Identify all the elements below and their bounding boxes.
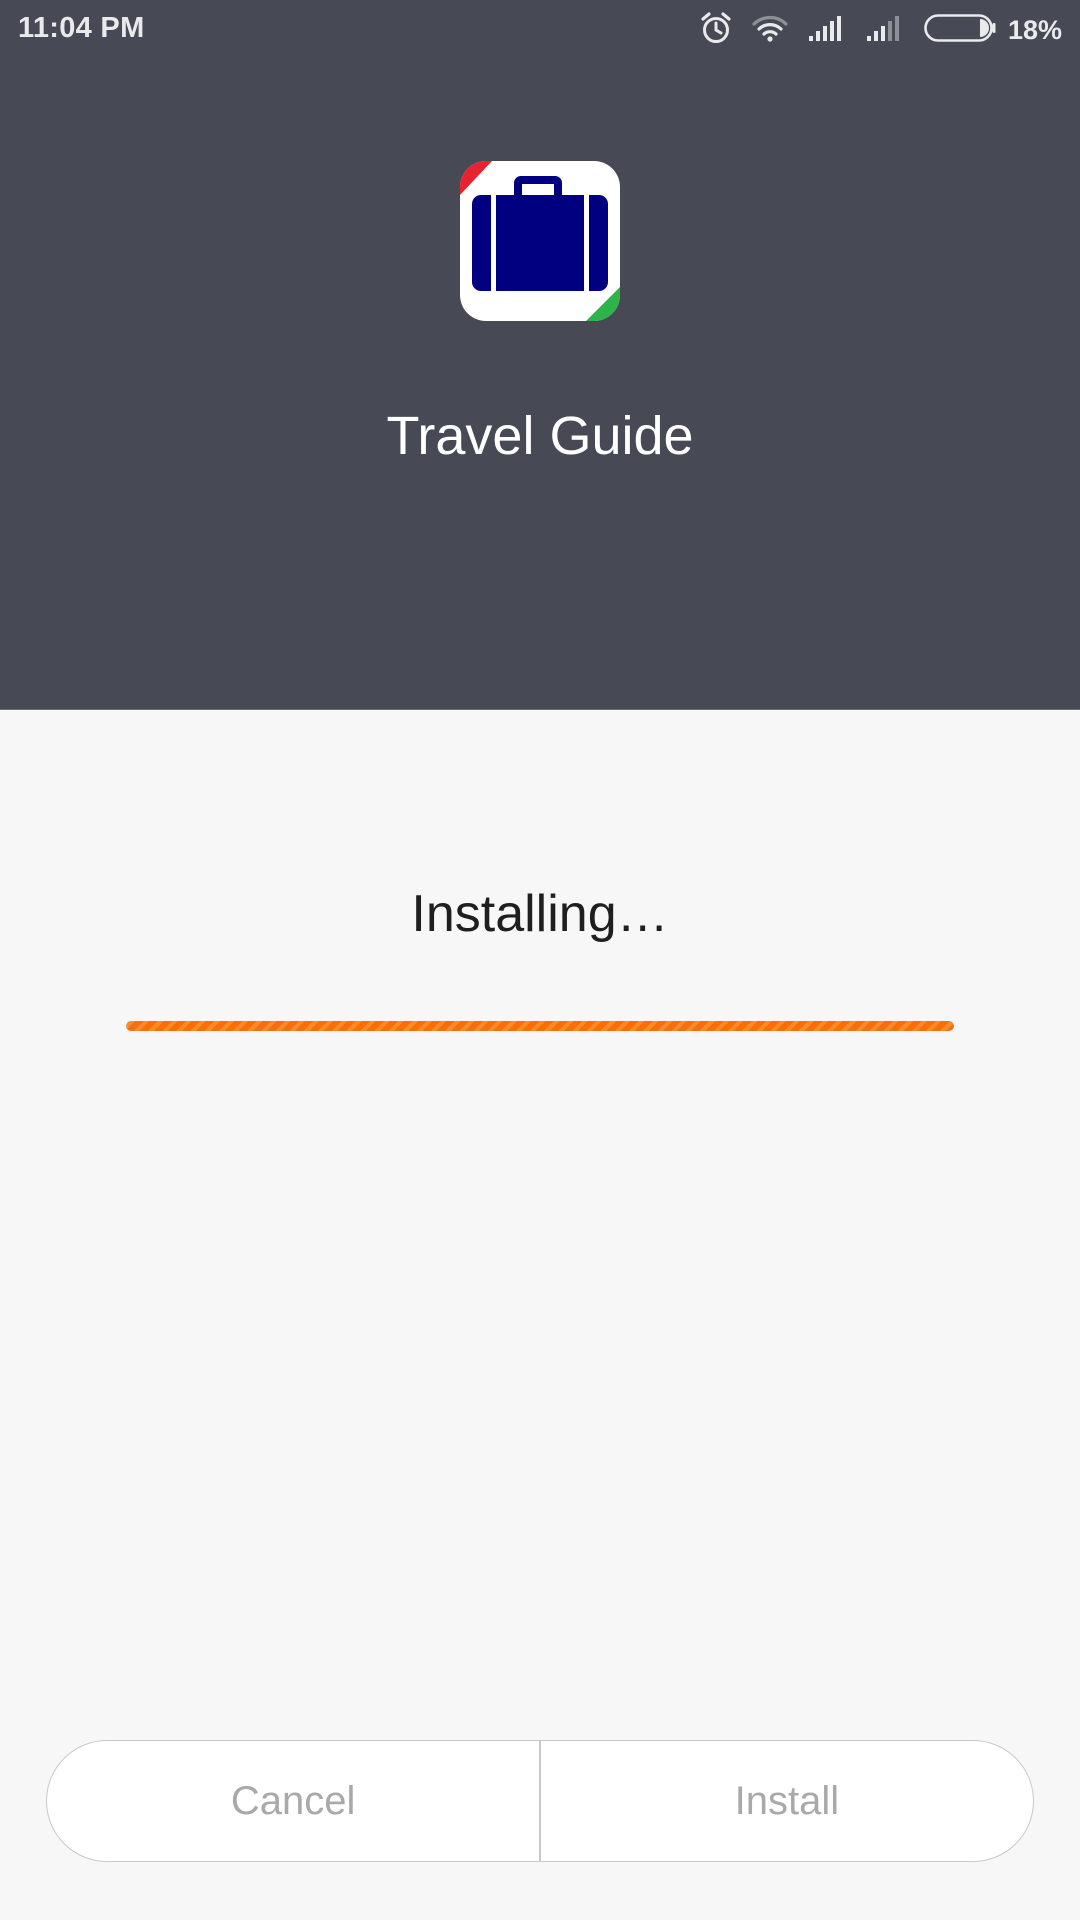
app-name: Travel Guide	[386, 406, 694, 466]
app-header: 11:04 PM 18% Travel Guide	[0, 0, 1080, 710]
installer-screen: 11:04 PM 18% Travel Guide Installing… Ca…	[0, 0, 1080, 1920]
cell-signal-icon	[808, 14, 846, 47]
battery-percent: 18%	[1007, 14, 1062, 45]
install-button[interactable]: Install	[541, 1741, 1033, 1861]
status-bar: 11:04 PM 18%	[0, 0, 1080, 60]
alarm-icon	[700, 11, 732, 50]
status-time: 11:04 PM	[18, 12, 145, 44]
cancel-button[interactable]: Cancel	[47, 1741, 539, 1861]
battery-icon	[924, 13, 996, 48]
cell-signal-2-icon	[866, 14, 904, 47]
status-icons: 18%	[680, 11, 1062, 50]
suitcase-icon	[460, 161, 620, 321]
install-progress-fill	[126, 1021, 954, 1031]
install-status-label: Installing…	[411, 885, 669, 943]
action-button-bar: Cancel Install	[46, 1740, 1034, 1862]
install-progress-bar	[126, 1021, 954, 1031]
wifi-icon	[752, 14, 788, 47]
